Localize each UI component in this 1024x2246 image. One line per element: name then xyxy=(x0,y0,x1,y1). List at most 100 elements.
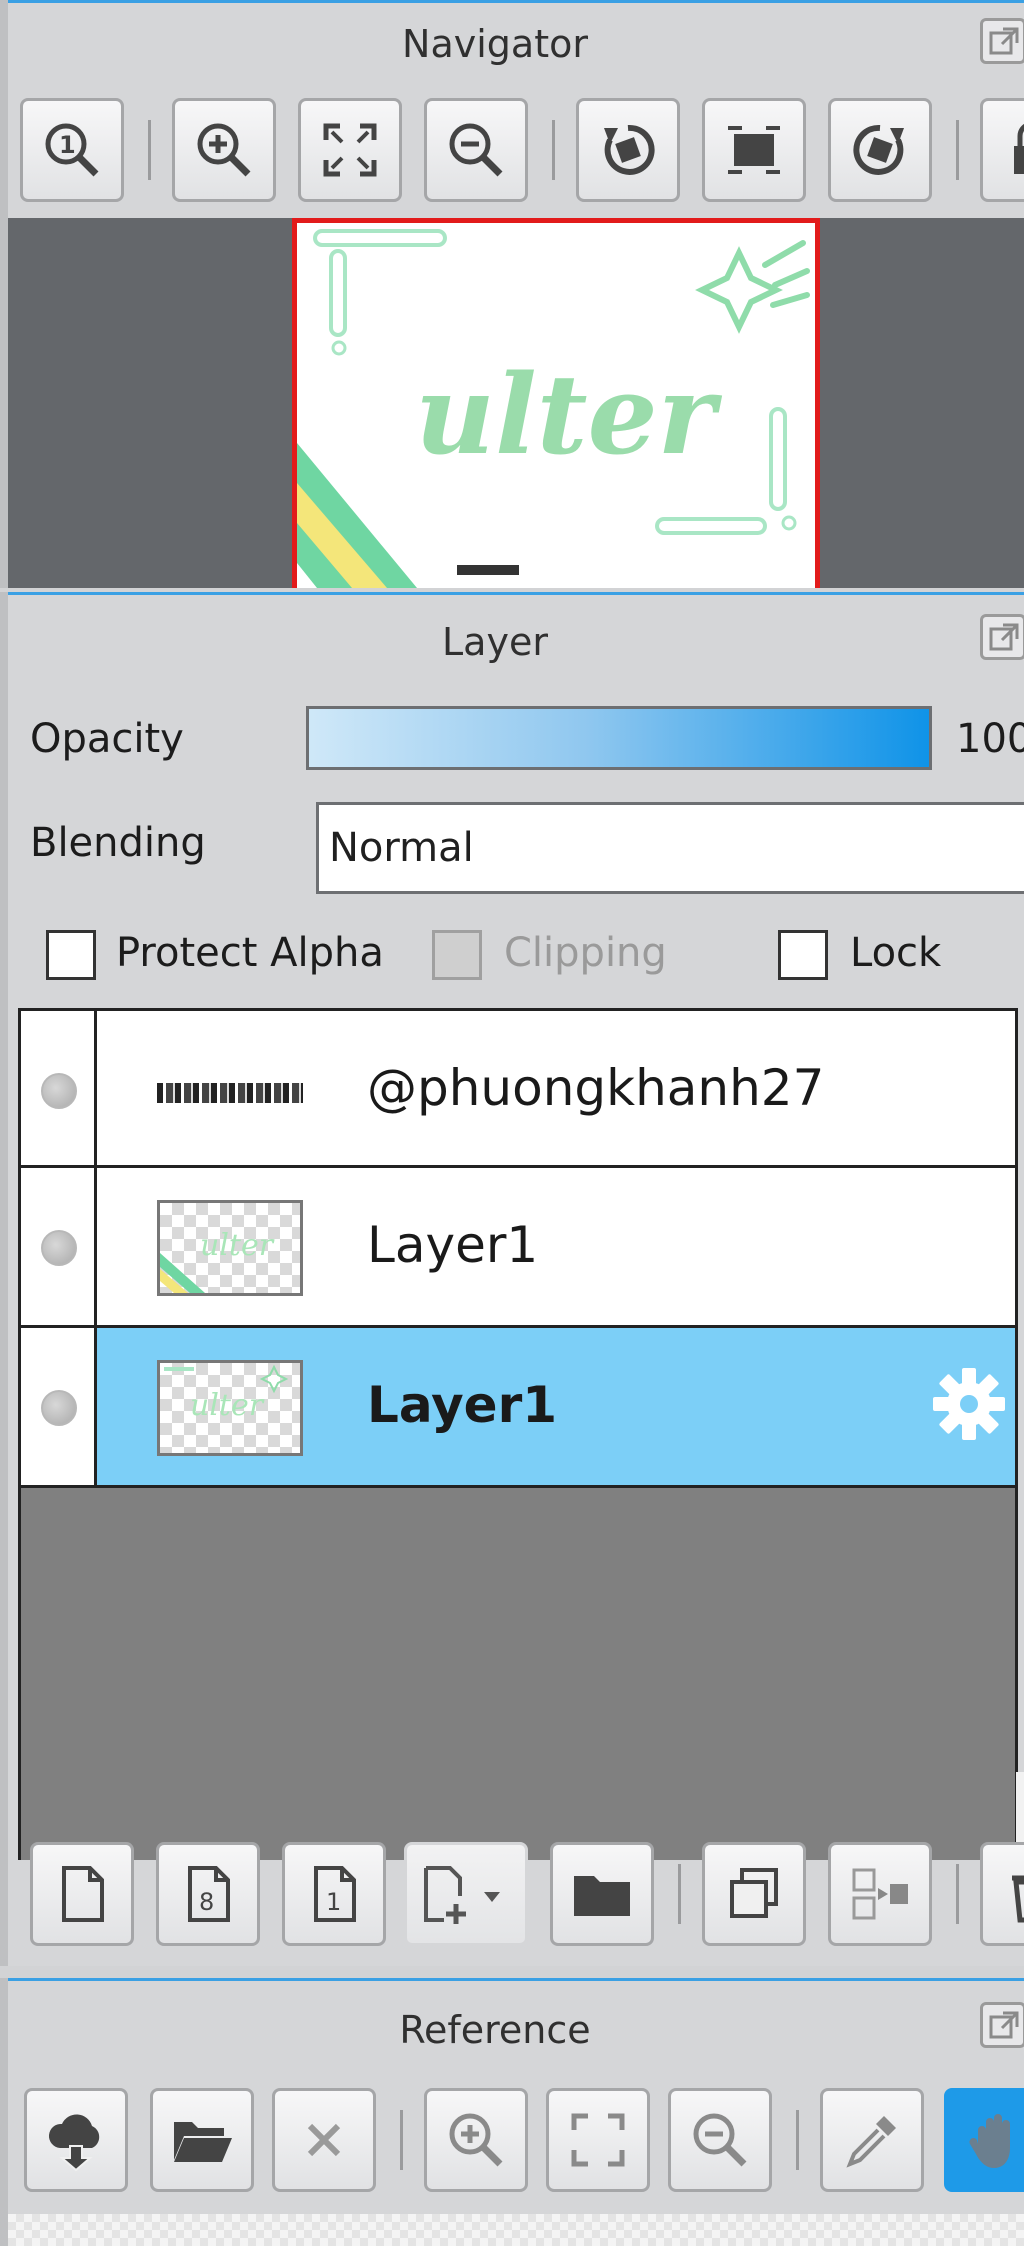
lock-view-button[interactable] xyxy=(980,98,1024,202)
delete-layer-icon xyxy=(1012,1875,1024,1923)
add-layer-menu-button[interactable] xyxy=(404,1842,528,1946)
layer-thumbnail: ulter xyxy=(157,1360,303,1456)
lock-checkbox[interactable] xyxy=(778,930,828,980)
fit-to-window-button[interactable] xyxy=(298,98,402,202)
thumbnail-art: ulter xyxy=(160,1228,275,1293)
reference-zoom-in-button[interactable] xyxy=(424,2088,528,2192)
reference-hand-button[interactable] xyxy=(944,2088,1024,2192)
layer-row-body[interactable]: @phuongkhanh27 xyxy=(97,1011,1015,1165)
panel-left-edge xyxy=(0,592,8,1966)
zoom-out-button[interactable] xyxy=(424,98,528,202)
thumbnail-art: ulter xyxy=(164,1364,289,1423)
navigator-preview-area[interactable]: ulter xyxy=(8,218,1024,588)
eyedropper-icon xyxy=(846,2116,896,2168)
reference-zoom-out-button[interactable] xyxy=(668,2088,772,2192)
toolbar-separator xyxy=(678,1864,681,1924)
svg-text:1: 1 xyxy=(59,131,76,159)
rotate-left-icon xyxy=(604,124,655,175)
clipping-checkbox[interactable] xyxy=(432,930,482,980)
layer-row-selected[interactable]: ulter Layer1 xyxy=(18,1328,1018,1488)
layer-settings-gear-icon[interactable] xyxy=(929,1364,1009,1444)
layer-name: Layer1 xyxy=(367,1376,558,1434)
reference-close-button[interactable] xyxy=(272,2088,376,2192)
layer-name: @phuongkhanh27 xyxy=(367,1059,825,1117)
panel-top-line xyxy=(0,1978,1024,1981)
layer-row[interactable]: ulter Layer1 xyxy=(18,1168,1018,1328)
flip-horizontal-button[interactable] xyxy=(702,98,806,202)
layer-panel: Layer Opacity 100 Blending Normal Protec… xyxy=(0,592,1024,1966)
zoom-actual-size-button[interactable]: 1 xyxy=(20,98,124,202)
layer-visibility-toggle[interactable] xyxy=(21,1168,97,1325)
new-8bit-layer-button[interactable]: 8 xyxy=(156,1842,260,1946)
merge-down-button[interactable] xyxy=(828,1842,932,1946)
reference-open-button[interactable] xyxy=(150,2088,254,2192)
layer-row-body[interactable]: ulter Layer1 xyxy=(97,1168,1015,1325)
zoom-in-icon xyxy=(449,2113,503,2167)
duplicate-layer-icon xyxy=(730,1868,778,1918)
layer-row-body[interactable]: ulter Layer1 xyxy=(97,1328,1015,1485)
new-folder-button[interactable] xyxy=(550,1842,654,1946)
merge-down-icon xyxy=(852,1868,908,1920)
layer-panel-title: Layer xyxy=(442,620,548,664)
close-icon xyxy=(307,2123,341,2157)
toolbar-separator xyxy=(148,120,151,180)
popout-icon xyxy=(989,623,1019,651)
popout-icon xyxy=(989,2011,1019,2039)
toolbar-separator xyxy=(956,120,959,180)
panel-top-line xyxy=(0,592,1024,595)
svg-text:1: 1 xyxy=(326,1888,341,1916)
new-layer-button[interactable] xyxy=(30,1842,134,1946)
navigator-popout-button[interactable] xyxy=(980,18,1024,64)
layer-row[interactable]: @phuongkhanh27 xyxy=(18,1008,1018,1168)
visibility-dot-icon xyxy=(41,1073,77,1109)
new-1bit-layer-button[interactable]: 1 xyxy=(282,1842,386,1946)
clipping-label: Clipping xyxy=(504,930,667,976)
panel-left-edge xyxy=(0,0,8,588)
thumbnail-text-strip xyxy=(157,1083,303,1103)
layer-visibility-toggle[interactable] xyxy=(21,1011,97,1165)
panel-top-line xyxy=(0,0,1024,3)
toolbar-separator xyxy=(956,1864,959,1924)
layer-thumbnail xyxy=(157,1077,303,1107)
add-layer-menu-icon xyxy=(424,1866,500,1924)
opacity-slider[interactable] xyxy=(306,706,932,770)
zoom-out-icon xyxy=(693,2113,747,2167)
reference-canvas-area[interactable] xyxy=(8,2214,1024,2246)
zoom-actual-size-icon: 1 xyxy=(45,123,99,177)
open-folder-icon xyxy=(174,2122,232,2162)
zoom-out-icon xyxy=(449,123,503,177)
reference-popout-button[interactable] xyxy=(980,2002,1024,2048)
duplicate-layer-button[interactable] xyxy=(702,1842,806,1946)
new-1bit-layer-icon: 1 xyxy=(314,1866,356,1922)
blending-select-value: Normal xyxy=(329,825,474,871)
reference-eyedropper-button[interactable] xyxy=(820,2088,924,2192)
reference-title: Reference xyxy=(399,2008,591,2052)
svg-text:8: 8 xyxy=(199,1888,214,1916)
toolbar-separator xyxy=(796,2110,799,2170)
rotate-right-button[interactable] xyxy=(828,98,932,202)
opacity-slider-fill xyxy=(309,709,929,767)
layer-name: Layer1 xyxy=(367,1216,539,1274)
opacity-value: 100 xyxy=(956,716,1024,762)
reference-panel: Reference xyxy=(0,1978,1024,2246)
protect-alpha-checkbox[interactable] xyxy=(46,930,96,980)
layer-visibility-toggle[interactable] xyxy=(21,1328,97,1485)
reference-download-button[interactable] xyxy=(24,2088,128,2192)
zoom-in-button[interactable] xyxy=(172,98,276,202)
fit-to-window-icon xyxy=(323,123,377,177)
navigator-panel: Navigator 1 ulter xyxy=(0,0,1024,588)
navigator-canvas-preview[interactable]: ulter xyxy=(292,218,820,588)
hand-icon xyxy=(969,2114,1010,2168)
blending-label: Blending xyxy=(30,820,206,866)
svg-text:ulter: ulter xyxy=(200,1228,275,1263)
layer-popout-button[interactable] xyxy=(980,614,1024,660)
rotate-right-icon xyxy=(853,124,904,175)
delete-layer-button[interactable] xyxy=(980,1842,1024,1946)
rotate-left-button[interactable] xyxy=(576,98,680,202)
blending-select[interactable]: Normal xyxy=(316,802,1024,894)
svg-text:ulter: ulter xyxy=(190,1388,265,1423)
flip-horizontal-icon xyxy=(728,126,780,174)
reference-fit-button[interactable] xyxy=(546,2088,650,2192)
toolbar-separator xyxy=(400,2110,403,2170)
toolbar-separator xyxy=(552,120,555,180)
